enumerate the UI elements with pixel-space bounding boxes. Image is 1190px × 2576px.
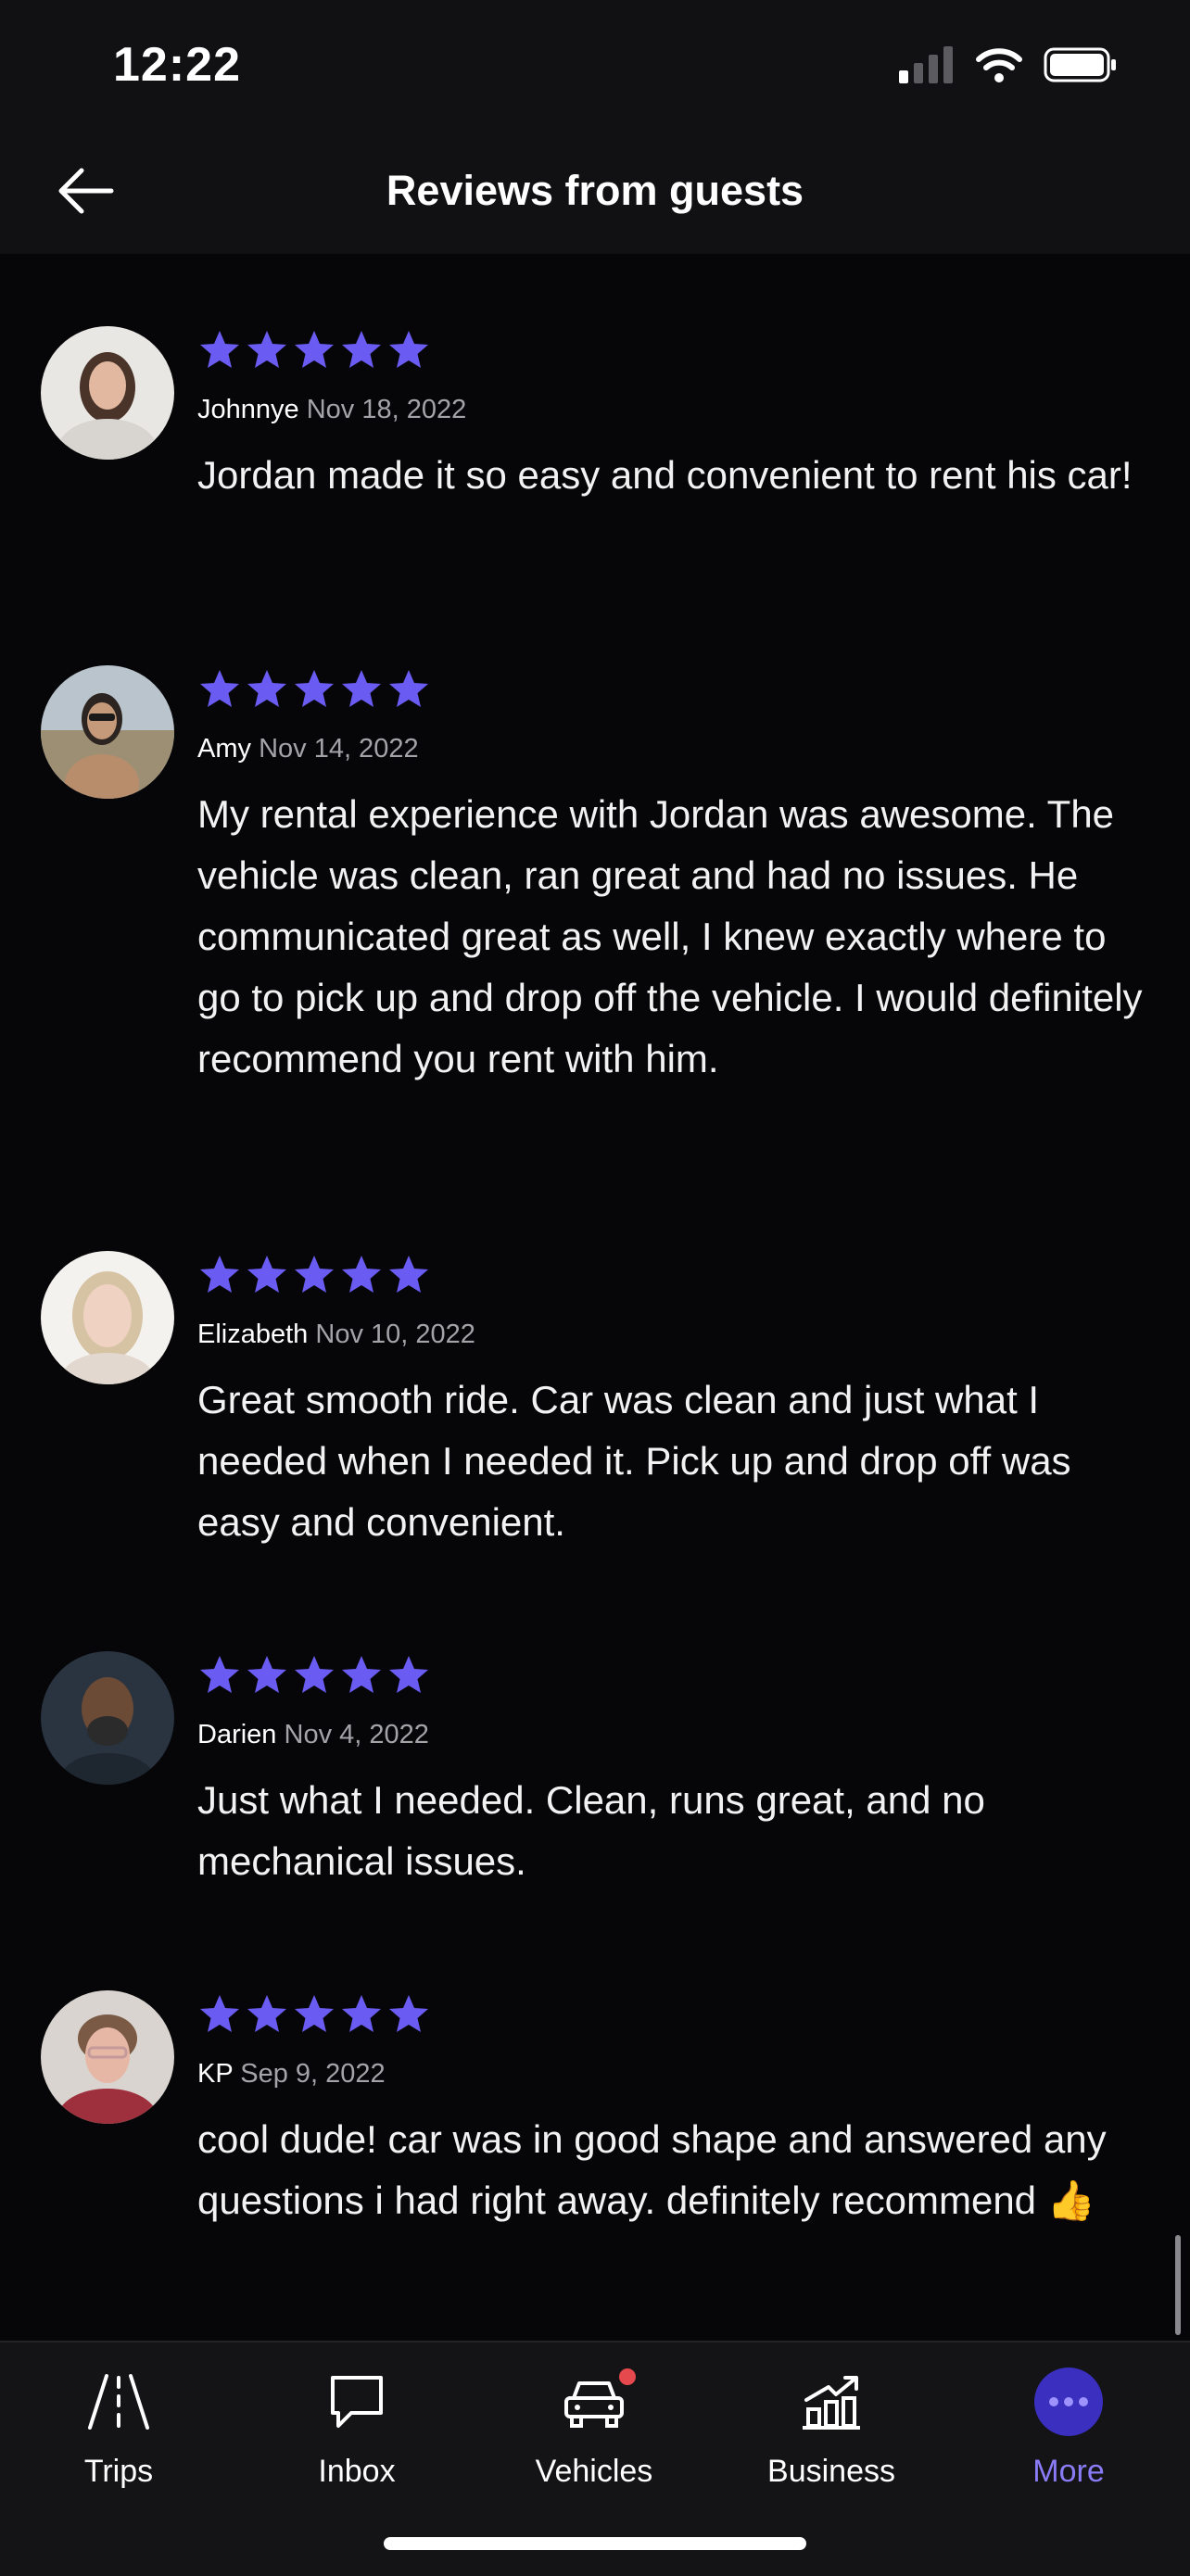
review-text: Just what I needed. Clean, runs great, a… xyxy=(197,1778,985,1883)
star-rating xyxy=(197,1653,1143,1698)
star-rating xyxy=(197,1253,1143,1297)
star-icon xyxy=(200,1995,239,2032)
avatar[interactable] xyxy=(41,326,174,460)
tab-more[interactable]: More xyxy=(957,2363,1180,2502)
star-icon xyxy=(342,1995,381,2032)
avatar[interactable] xyxy=(41,1251,174,1384)
status-bar: 12:22 xyxy=(0,0,1190,130)
status-time: 12:22 xyxy=(113,38,241,92)
review-date: Nov 4, 2022 xyxy=(284,1720,429,1749)
status-icons xyxy=(899,46,1118,83)
star-icon xyxy=(247,1995,286,2032)
scrollbar[interactable] xyxy=(1175,2235,1181,2335)
star-icon xyxy=(389,1656,428,1693)
road-icon xyxy=(88,2374,149,2430)
car-icon xyxy=(564,2381,624,2428)
reviewer-name: Johnnye xyxy=(197,395,299,424)
top-nav-bar: Reviews from guests xyxy=(0,130,1190,254)
star-icon xyxy=(247,331,286,368)
chat-bubble-icon xyxy=(331,2376,383,2428)
avatar[interactable] xyxy=(41,1651,174,1785)
avatar[interactable] xyxy=(41,1990,174,2124)
star-icon xyxy=(389,1256,428,1293)
wifi-icon xyxy=(976,48,1022,82)
star-icon xyxy=(295,331,334,368)
battery-icon xyxy=(1044,47,1116,82)
star-icon xyxy=(389,670,428,707)
tab-vehicles[interactable]: Vehicles xyxy=(483,2363,705,2502)
cellular-signal-icon xyxy=(899,46,953,83)
star-icon xyxy=(200,1256,239,1293)
star-icon xyxy=(247,670,286,707)
more-dots-icon xyxy=(1034,2368,1103,2436)
star-rating xyxy=(197,667,1143,712)
star-icon xyxy=(342,1656,381,1693)
reviewer-name: KP xyxy=(197,2059,234,2089)
tab-label: More xyxy=(1032,2454,1105,2489)
star-icon xyxy=(342,331,381,368)
star-rating xyxy=(197,328,1143,373)
tab-business[interactable]: Business xyxy=(720,2363,943,2502)
tab-label: Vehicles xyxy=(535,2454,653,2489)
review-date: Nov 10, 2022 xyxy=(315,1320,475,1349)
review-text: Jordan made it so easy and convenient to… xyxy=(197,453,1133,497)
review-meta: Johnnye Nov 18, 2022 xyxy=(197,391,1143,428)
reviewer-name: Darien xyxy=(197,1720,277,1749)
star-icon xyxy=(200,670,239,707)
tab-label: Inbox xyxy=(318,2454,396,2489)
star-icon xyxy=(389,1995,428,2032)
avatar[interactable] xyxy=(41,665,174,799)
tab-label: Business xyxy=(767,2454,895,2489)
star-icon xyxy=(200,331,239,368)
tab-label: Trips xyxy=(83,2454,154,2489)
review-text: Great smooth ride. Car was clean and jus… xyxy=(197,1378,1071,1544)
page-title: Reviews from guests xyxy=(386,167,804,214)
star-icon xyxy=(295,1256,334,1293)
star-rating xyxy=(197,1992,1143,2037)
review-meta: Darien Nov 4, 2022 xyxy=(197,1716,1143,1753)
reviewer-name: Elizabeth xyxy=(197,1320,309,1349)
star-icon xyxy=(342,1256,381,1293)
star-icon xyxy=(295,1656,334,1693)
star-icon xyxy=(295,670,334,707)
star-icon xyxy=(342,670,381,707)
tab-trips[interactable]: Trips xyxy=(7,2363,230,2502)
review-text: cool dude! car was in good shape and ans… xyxy=(197,2117,1107,2222)
review-date: Nov 18, 2022 xyxy=(306,395,467,424)
review-meta: KP Sep 9, 2022 xyxy=(197,2055,1143,2092)
tab-inbox[interactable]: Inbox xyxy=(246,2363,468,2502)
review-date: Nov 14, 2022 xyxy=(259,734,419,764)
review-text: My rental experience with Jordan was awe… xyxy=(197,792,1143,1080)
star-icon xyxy=(247,1656,286,1693)
star-icon xyxy=(295,1995,334,2032)
reviewer-name: Amy xyxy=(197,734,251,764)
review-meta: Amy Nov 14, 2022 xyxy=(197,730,1143,767)
star-icon xyxy=(389,331,428,368)
star-icon xyxy=(247,1256,286,1293)
review-date: Sep 9, 2022 xyxy=(240,2059,386,2089)
star-icon xyxy=(200,1656,239,1693)
chart-growth-icon xyxy=(803,2376,860,2430)
reviews-list[interactable]: Johnnye Nov 18, 2022 Jordan made it so e… xyxy=(0,254,1190,2341)
home-indicator[interactable] xyxy=(384,2537,806,2550)
notification-badge xyxy=(619,2368,636,2385)
review-meta: Elizabeth Nov 10, 2022 xyxy=(197,1316,1143,1353)
